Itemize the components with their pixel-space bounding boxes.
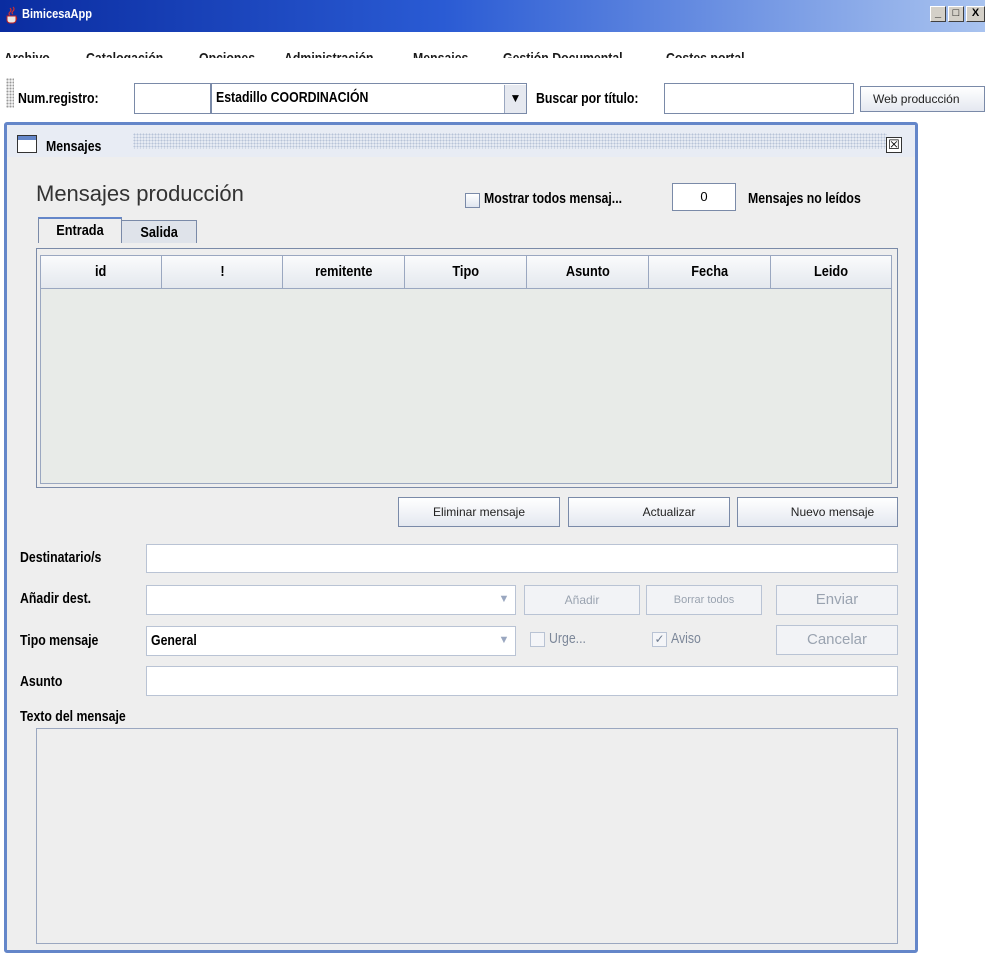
estadillo-selected-value: Estadillo COORDINACIÓN (216, 89, 369, 106)
page-title: Mensajes producción (36, 181, 244, 206)
num-registro-label: Num.registro: (18, 90, 99, 107)
buscar-titulo-input[interactable] (664, 83, 854, 114)
column-header-remitente[interactable]: remitente (283, 256, 405, 289)
add-button[interactable]: Añadir (524, 585, 640, 615)
tipo-mensaje-value: General (151, 632, 197, 649)
clear-all-button[interactable]: Borrar todos (646, 585, 762, 615)
message-body-textarea[interactable] (36, 728, 898, 944)
frame-title: Mensajes (46, 138, 102, 155)
asunto-label: Asunto (20, 673, 63, 690)
tipo-mensaje-select[interactable]: General ▼ (146, 626, 516, 656)
urge-checkbox[interactable] (530, 632, 545, 647)
unread-count: 0 (672, 183, 736, 211)
destinatarios-label: Destinatario/s (20, 549, 102, 566)
add-dest-label: Añadir dest. (20, 590, 92, 607)
minimize-button[interactable]: _ (930, 6, 946, 22)
destinatarios-field[interactable] (146, 544, 898, 573)
column-header-id[interactable]: id (41, 256, 162, 289)
chevron-down-icon[interactable]: ▼ (504, 85, 526, 113)
frame-close-icon[interactable]: ☒ (886, 137, 902, 153)
chevron-down-icon[interactable]: ▼ (493, 627, 515, 655)
new-message-button[interactable]: Nuevo mensaje (737, 497, 898, 527)
tab-entrada[interactable]: Entrada (38, 217, 122, 243)
close-button[interactable]: X (966, 6, 985, 22)
texto-label: Texto del mensaje (20, 708, 126, 725)
column-header-asunto[interactable]: Asunto (527, 256, 649, 289)
java-cup-icon (6, 6, 18, 24)
tab-salida-label: Salida (140, 224, 178, 241)
delete-message-button[interactable]: Eliminar mensaje (398, 497, 560, 527)
window-icon (17, 135, 37, 153)
show-all-label: Mostrar todos mensaj... (484, 190, 623, 207)
tab-entrada-label: Entrada (56, 222, 104, 239)
num-registro-input[interactable] (134, 83, 211, 114)
send-button[interactable]: Enviar (776, 585, 898, 615)
messages-table[interactable] (40, 255, 892, 484)
add-dest-select[interactable]: ▼ (146, 585, 516, 615)
maximize-button[interactable]: □ (948, 6, 964, 22)
urge-label: Urge... (549, 630, 586, 647)
chevron-down-icon[interactable]: ▼ (493, 586, 515, 614)
aviso-checkbox[interactable]: ✓ (652, 632, 667, 647)
asunto-field[interactable] (146, 666, 898, 696)
buscar-titulo-label: Buscar por título: (536, 90, 639, 107)
column-header-fecha[interactable]: Fecha (649, 256, 771, 289)
window-title: BimicesaApp (22, 6, 93, 21)
aviso-label: Aviso (671, 630, 701, 647)
column-header-tipo[interactable]: Tipo (405, 256, 527, 289)
column-header-leido[interactable]: Leido (771, 256, 891, 289)
unread-label: Mensajes no leídos (748, 190, 861, 207)
show-all-checkbox[interactable] (465, 193, 480, 208)
mensajes-frame-titlebar[interactable] (7, 125, 915, 157)
title-bar: BimicesaApp (0, 0, 985, 32)
tipo-mensaje-label: Tipo mensaje (20, 632, 99, 649)
refresh-button[interactable]: Actualizar (568, 497, 730, 527)
tab-salida[interactable]: Salida (121, 220, 197, 243)
estadillo-select[interactable]: Estadillo COORDINACIÓN ▼ (211, 83, 527, 114)
column-header-priority[interactable]: ! (162, 256, 283, 289)
cancel-button[interactable]: Cancelar (776, 625, 898, 655)
toolbar-grip[interactable] (6, 78, 14, 108)
web-produccion-button[interactable]: Web producción (860, 86, 985, 112)
